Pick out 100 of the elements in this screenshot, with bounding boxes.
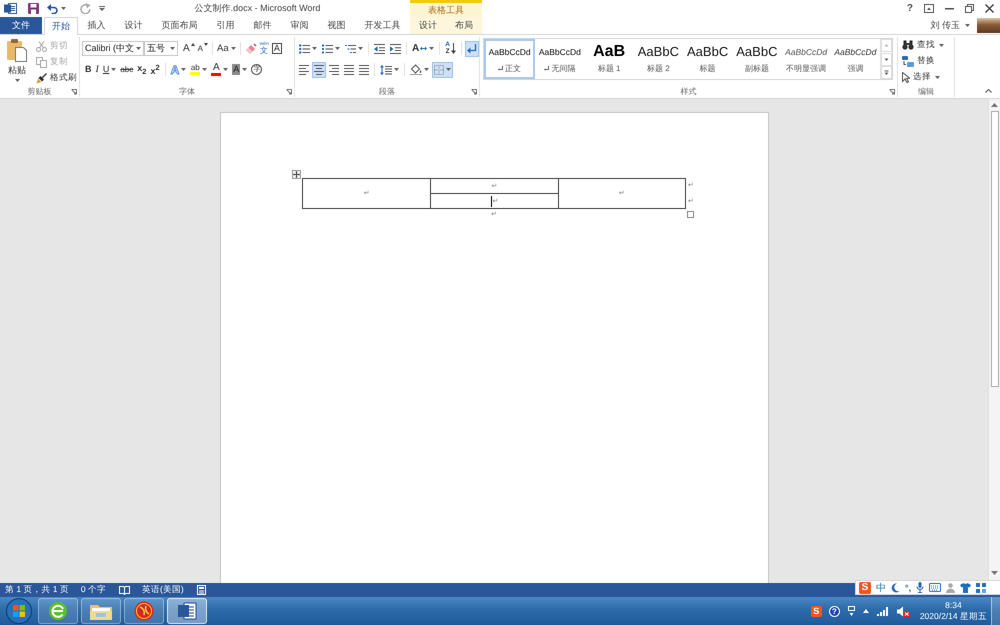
show-hidden-icons-icon[interactable] <box>862 609 869 613</box>
style-option[interactable]: AaBbCcDd 无间隔 <box>535 39 584 79</box>
keyboard-icon[interactable] <box>929 583 942 592</box>
taskbar-button[interactable] <box>81 598 121 624</box>
replace-button[interactable]: 替换 <box>900 53 946 69</box>
strikethrough-button[interactable]: abc <box>119 62 134 77</box>
ribbon-tab[interactable]: 引用 <box>207 17 244 34</box>
shrink-font-button[interactable]: A <box>196 41 210 56</box>
punctuation-toggle[interactable]: °, <box>905 582 912 592</box>
borders-button[interactable] <box>432 62 453 78</box>
macro-recording-icon[interactable] <box>196 585 206 595</box>
style-option[interactable]: AaBbCcDd 不明显强调 <box>782 39 831 79</box>
taskbar-button[interactable] <box>167 598 207 624</box>
show-marks-button[interactable] <box>464 40 479 56</box>
ribbon-tab[interactable]: 页面布局 <box>152 17 207 34</box>
bold-button[interactable]: B <box>84 62 92 77</box>
gallery-more-icon[interactable] <box>881 66 892 79</box>
muted-speaker-icon[interactable] <box>896 606 910 616</box>
style-option[interactable]: AaBbC 标题 <box>683 39 732 79</box>
scroll-down-icon[interactable] <box>881 52 892 66</box>
clock-date[interactable]: 2020/2/14 星期五 <box>920 611 987 622</box>
caret-icon[interactable] <box>61 7 66 10</box>
proofing-book-icon[interactable] <box>119 586 130 594</box>
close-icon[interactable] <box>985 4 994 13</box>
undo-icon[interactable] <box>47 4 58 14</box>
style-option[interactable]: AaB 标题 1 <box>584 39 634 79</box>
ribbon-tab[interactable]: 开发工具 <box>355 17 410 34</box>
character-border-button[interactable]: A <box>270 41 283 56</box>
apps-grid-icon[interactable] <box>976 582 986 592</box>
dialog-launcher-icon[interactable] <box>889 88 895 94</box>
scroll-down-icon[interactable] <box>991 571 998 575</box>
app-icon[interactable] <box>4 2 17 15</box>
font-size-field[interactable]: 五号 <box>144 41 178 56</box>
shading-button[interactable] <box>408 62 431 78</box>
dialog-launcher-icon[interactable] <box>71 88 77 94</box>
user-name[interactable]: 刘 传玉 <box>930 19 960 32</box>
moon-icon[interactable] <box>891 582 900 592</box>
change-case-button[interactable]: Aa <box>216 41 237 56</box>
ribbon-tab[interactable]: 插入 <box>78 17 115 34</box>
restore-icon[interactable] <box>965 4 974 13</box>
format-painter-button[interactable]: 格式刷 <box>34 70 79 86</box>
ribbon-tab[interactable]: 设计 <box>115 17 152 34</box>
help-button[interactable]: ? <box>906 3 913 14</box>
subscript-button[interactable]: x$_{2}$ <box>136 62 148 77</box>
show-desktop-button[interactable] <box>991 597 1000 625</box>
minimize-icon[interactable] <box>945 8 954 10</box>
caret-icon[interactable] <box>965 24 970 27</box>
style-option[interactable]: AaBbC 副标题 <box>732 39 782 79</box>
dialog-launcher-icon[interactable] <box>286 88 292 94</box>
ribbon-tab[interactable]: 设计 <box>410 17 446 34</box>
start-button[interactable] <box>6 598 32 624</box>
style-option[interactable]: AaBbC 标题 2 <box>634 39 683 79</box>
ribbon-tab[interactable]: 邮件 <box>244 17 281 34</box>
page-count[interactable]: 第 1 页，共 1 页 <box>5 584 69 596</box>
user-photo-placeholder[interactable] <box>977 18 1000 33</box>
word-count[interactable]: 0 个字 <box>80 584 106 596</box>
collapse-ribbon-icon[interactable] <box>985 89 992 93</box>
table-move-handle[interactable] <box>292 170 301 179</box>
shirt-icon[interactable] <box>960 582 972 592</box>
center-button[interactable] <box>312 62 326 78</box>
text-effects-button[interactable]: A <box>170 62 188 77</box>
underline-button[interactable]: U <box>102 62 118 77</box>
asian-layout-button[interactable]: A <box>410 40 436 56</box>
dialog-launcher-icon[interactable] <box>471 88 477 94</box>
input-mode-toggle[interactable]: 中 <box>876 580 886 594</box>
file-tab[interactable]: 文件 <box>0 17 42 34</box>
style-option[interactable]: AaBbCcDd 正文 <box>484 39 536 79</box>
vertical-scrollbar[interactable] <box>988 99 1000 583</box>
table-resize-handle[interactable] <box>687 211 694 218</box>
taskbar-button[interactable] <box>38 598 78 624</box>
select-button[interactable]: 选择 <box>900 69 946 85</box>
superscript-button[interactable]: x$^{2}$ <box>149 62 161 77</box>
language-indicator[interactable]: 英语(美国) <box>142 584 184 596</box>
scrollbar-thumb[interactable] <box>990 111 998 387</box>
paintbrush-icon <box>36 72 47 84</box>
character-shading-button[interactable]: A <box>231 62 248 77</box>
taskbar-button[interactable] <box>124 598 164 624</box>
font-name-field[interactable]: Calibri (中文 <box>82 41 144 56</box>
style-option[interactable]: AaBbCcDd 强调 <box>830 39 880 79</box>
clear-formatting-button[interactable] <box>244 41 258 56</box>
find-button[interactable]: 查找 <box>900 37 946 53</box>
clock-time[interactable]: 8:34 <box>945 600 962 611</box>
ribbon-tab[interactable]: 布局 <box>446 17 482 34</box>
font-color-button[interactable]: A <box>210 62 230 77</box>
paste-button[interactable]: 粘贴 <box>2 37 32 85</box>
customize-toolbar-icon[interactable] <box>99 6 105 11</box>
ribbon-display-options-icon[interactable] <box>924 4 934 13</box>
ribbon-tab[interactable]: 审阅 <box>281 17 318 34</box>
save-icon[interactable] <box>28 3 39 14</box>
network-signal-icon[interactable] <box>876 606 889 616</box>
ribbon-tab[interactable]: 开始 <box>44 17 78 35</box>
help-tray-icon[interactable]: ? <box>828 606 840 616</box>
italic-button[interactable]: I <box>94 62 100 77</box>
window-tray-icon[interactable] <box>848 606 855 616</box>
ribbon-tab[interactable]: 视图 <box>318 17 355 34</box>
paint-bucket-icon <box>410 64 422 75</box>
highlight-button[interactable]: ab <box>189 62 208 77</box>
grow-font-button[interactable]: A <box>182 41 196 56</box>
scroll-up-icon[interactable] <box>991 103 998 107</box>
microphone-icon[interactable] <box>916 582 924 593</box>
